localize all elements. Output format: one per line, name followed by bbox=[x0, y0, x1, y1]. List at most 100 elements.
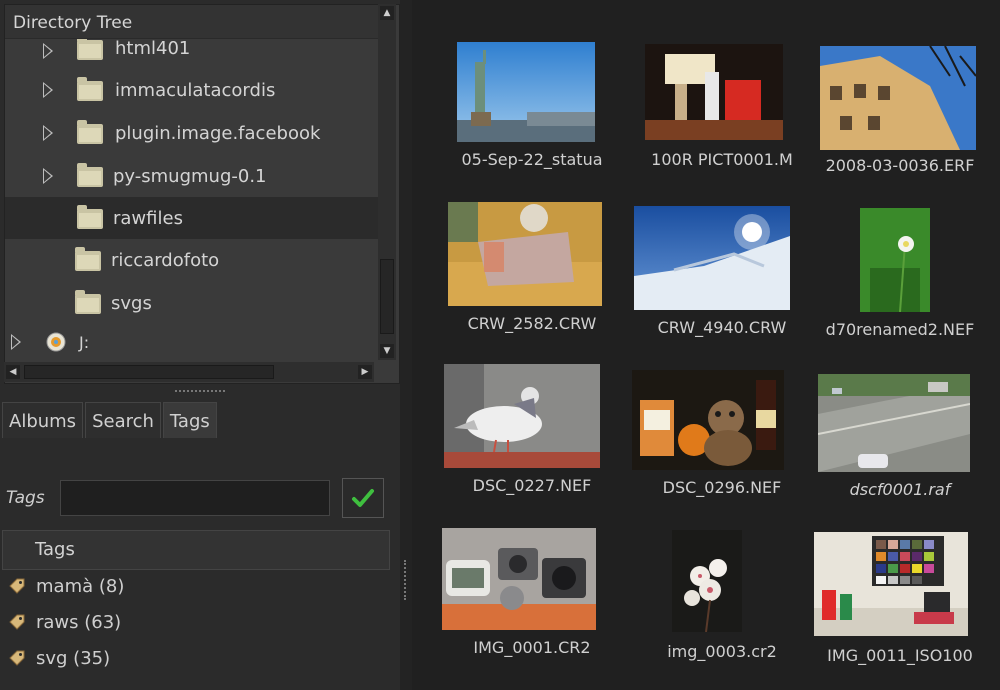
apply-tags-button[interactable] bbox=[342, 478, 384, 518]
thumbnail-caption: 2008-03-0036.ERF bbox=[825, 156, 975, 175]
tab-albums[interactable]: Albums bbox=[2, 402, 84, 438]
tree-item-riccardofoto[interactable]: riccardofoto bbox=[5, 239, 381, 281]
tag-icon bbox=[9, 614, 25, 630]
splitter-grip[interactable] bbox=[404, 560, 407, 600]
thumbnail-caption: d70renamed2.NEF bbox=[825, 320, 975, 339]
tag-item-svg[interactable]: svg (35) bbox=[2, 640, 390, 676]
folder-icon bbox=[77, 39, 103, 60]
tree-item-label: rawfiles bbox=[113, 207, 183, 229]
thumbnail-caption: dscf0001.raf bbox=[849, 480, 951, 499]
tree-item-html401[interactable]: html401 bbox=[5, 39, 381, 69]
tree-item-immaculatacordis[interactable]: immaculatacordis bbox=[5, 69, 381, 111]
thumbnail-item[interactable]: CRW_4940.CRW bbox=[632, 200, 812, 360]
scroll-right-icon[interactable]: ▶ bbox=[358, 365, 372, 379]
tree-item-label: html401 bbox=[115, 39, 191, 59]
folder-icon bbox=[77, 205, 103, 229]
tree-item-label: plugin.image.facebook bbox=[115, 122, 321, 144]
thumbnail-image[interactable] bbox=[814, 532, 968, 636]
folder-icon bbox=[77, 77, 103, 101]
tree-horizontal-scrollbar[interactable]: ◀ ▶ bbox=[4, 362, 374, 382]
thumbnail-caption: DSC_0296.NEF bbox=[662, 478, 782, 497]
sidebar-tabs: Albums Search Tags bbox=[2, 402, 219, 438]
thumbnail-caption: IMG_0011_ISO100 bbox=[827, 646, 973, 665]
expand-arrow-icon[interactable] bbox=[43, 82, 53, 98]
checkmark-icon bbox=[352, 489, 374, 507]
tag-item-raws[interactable]: raws (63) bbox=[2, 604, 390, 640]
thumbnail-item[interactable]: 100R PICT0001.M bbox=[632, 38, 812, 198]
tree-item-label: immaculatacordis bbox=[115, 79, 276, 101]
tag-label: mamà (8) bbox=[36, 575, 125, 597]
thumbnail-item[interactable]: IMG_0011_ISO100 bbox=[810, 522, 990, 682]
thumbnail-item[interactable]: CRW_2582.CRW bbox=[442, 200, 622, 360]
tag-icon bbox=[9, 650, 25, 666]
tags-input[interactable] bbox=[60, 480, 330, 516]
thumbnail-image[interactable] bbox=[645, 44, 783, 140]
expand-arrow-icon[interactable] bbox=[11, 334, 21, 350]
thumbnail-caption: CRW_4940.CRW bbox=[657, 318, 787, 337]
pane-resize-grip[interactable] bbox=[175, 390, 225, 394]
thumbnail-image[interactable] bbox=[457, 42, 595, 142]
thumbnail-caption: CRW_2582.CRW bbox=[467, 314, 597, 333]
scroll-left-icon[interactable]: ◀ bbox=[6, 365, 20, 379]
thumbnail-image[interactable] bbox=[818, 374, 970, 472]
tab-tags[interactable]: Tags bbox=[162, 402, 217, 438]
thumbnail-item[interactable]: DSC_0227.NEF bbox=[442, 360, 622, 520]
thumbnail-item[interactable]: d70renamed2.NEF bbox=[810, 200, 990, 360]
expand-arrow-icon[interactable] bbox=[43, 125, 53, 141]
thumbnail-image[interactable] bbox=[820, 46, 976, 150]
tag-item-mama[interactable]: mamà (8) bbox=[2, 568, 390, 604]
thumbnail-image[interactable] bbox=[444, 364, 600, 468]
tree-item-label: J: bbox=[79, 332, 90, 352]
tree-item-py-smugmug[interactable]: py-smugmug-0.1 bbox=[5, 155, 381, 197]
thumbnail-item[interactable]: 05-Sep-22_statua bbox=[442, 38, 622, 198]
thumbnail-item[interactable]: IMG_0001.CR2 bbox=[442, 522, 622, 682]
thumbnail-image[interactable] bbox=[672, 530, 742, 632]
tree-item-label: py-smugmug-0.1 bbox=[113, 165, 267, 187]
directory-tree-panel: Directory Tree html401 immaculatacordis … bbox=[4, 4, 400, 384]
thumbnail-caption: IMG_0001.CR2 bbox=[473, 638, 591, 657]
thumbnail-item[interactable]: dscf0001.raf bbox=[810, 360, 990, 520]
drive-icon bbox=[46, 332, 66, 352]
thumbnail-caption: img_0003.cr2 bbox=[667, 642, 777, 661]
tree-item-drive-j[interactable]: J: bbox=[5, 321, 381, 363]
thumbnail-image[interactable] bbox=[448, 202, 602, 306]
tree-item-label: riccardofoto bbox=[111, 249, 220, 271]
pane-splitter[interactable] bbox=[400, 0, 412, 690]
tree-item-label: svgs bbox=[111, 292, 152, 314]
tags-column-header[interactable]: Tags bbox=[2, 530, 390, 570]
thumbnail-image[interactable] bbox=[634, 206, 790, 310]
scroll-down-icon[interactable]: ▼ bbox=[380, 344, 394, 358]
thumbnail-image[interactable] bbox=[860, 208, 930, 312]
scrollbar-thumb[interactable] bbox=[24, 365, 274, 379]
scroll-up-icon[interactable]: ▲ bbox=[380, 6, 394, 20]
expand-arrow-icon[interactable] bbox=[43, 168, 53, 184]
left-panel: Directory Tree html401 immaculatacordis … bbox=[0, 0, 400, 690]
tree-item-plugin-image-facebook[interactable]: plugin.image.facebook bbox=[5, 112, 381, 154]
thumbnail-image[interactable] bbox=[632, 370, 784, 470]
thumbnail-caption: DSC_0227.NEF bbox=[472, 476, 592, 495]
tags-panel: Tags Tags mamà (8) raws (63) svg (35) bbox=[2, 438, 394, 690]
tree-vertical-scrollbar[interactable]: ▲ ▼ bbox=[378, 4, 396, 360]
folder-icon bbox=[75, 290, 101, 314]
tag-icon bbox=[9, 578, 25, 594]
tag-label: svg (35) bbox=[36, 647, 111, 669]
thumbnail-item[interactable]: DSC_0296.NEF bbox=[632, 360, 812, 520]
tab-search[interactable]: Search bbox=[85, 402, 161, 438]
directory-tree-title: Directory Tree bbox=[5, 5, 383, 39]
thumbnail-caption: 100R PICT0001.M bbox=[651, 150, 793, 169]
tree-item-rawfiles[interactable]: rawfiles bbox=[5, 197, 381, 239]
folder-icon bbox=[77, 120, 103, 144]
thumbnail-grid: 05-Sep-22_statua 100R PICT0001.M 2008-03… bbox=[412, 0, 1000, 690]
expand-arrow-icon[interactable] bbox=[43, 43, 53, 59]
folder-icon bbox=[75, 247, 101, 271]
scrollbar-thumb[interactable] bbox=[380, 259, 394, 334]
tag-label: raws (63) bbox=[36, 611, 122, 633]
directory-tree-rows: html401 immaculatacordis plugin.image.fa… bbox=[5, 39, 381, 369]
thumbnail-caption: 05-Sep-22_statua bbox=[461, 150, 603, 169]
tree-item-svgs[interactable]: svgs bbox=[5, 282, 381, 324]
thumbnail-item[interactable]: img_0003.cr2 bbox=[632, 522, 812, 682]
tags-field-label: Tags bbox=[6, 488, 45, 508]
thumbnail-image[interactable] bbox=[442, 528, 596, 630]
folder-icon bbox=[77, 163, 103, 187]
thumbnail-item[interactable]: 2008-03-0036.ERF bbox=[810, 38, 990, 198]
